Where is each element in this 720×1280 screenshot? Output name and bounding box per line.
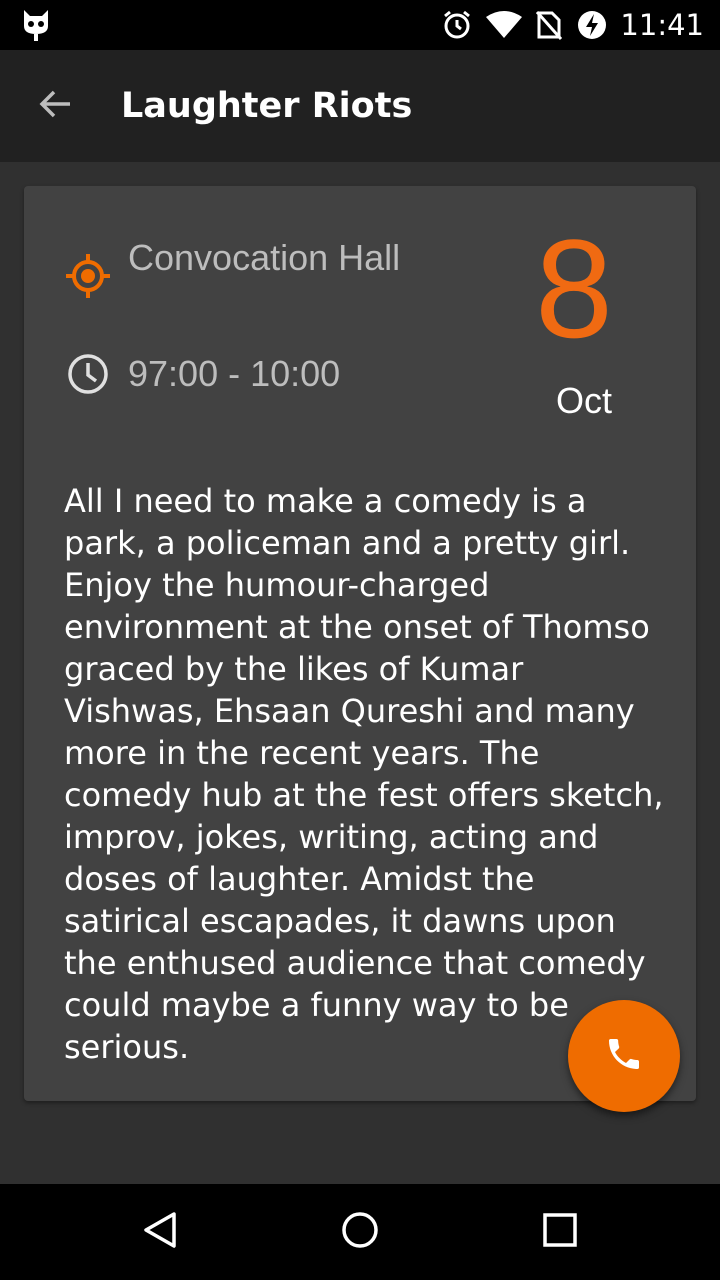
wifi-icon [486,11,523,39]
venue-text: Convocation Hall [128,237,401,278]
status-time: 11:41 [620,8,704,42]
phone-icon [604,1034,644,1078]
battery-charging-icon [576,9,608,41]
alarm-icon [442,10,472,40]
nav-home-button[interactable] [330,1202,390,1262]
back-button[interactable] [24,78,88,134]
no-sim-icon [536,10,563,40]
event-card: Convocation Hall 97:00 - 10:00 8 Oct All… [24,186,696,1101]
app-bar: Laughter Riots [0,50,720,162]
event-time-text: 97:00 - 10:00 [128,353,341,394]
call-button[interactable] [568,1000,680,1112]
event-day: 8 [535,210,613,367]
status-icons: 11:41 [428,0,704,50]
navigation-bar [0,1184,720,1280]
location-target-icon [64,252,112,300]
page-title: Laughter Riots [121,86,413,126]
arrow-back-icon [38,86,74,126]
event-description: All I need to make a comedy is a park, a… [64,482,664,1066]
cat-app-icon [22,8,50,42]
nav-back-button[interactable] [130,1202,190,1262]
status-bar: 11:41 [0,0,720,50]
event-month: Oct [555,380,612,421]
home-circle-icon [340,1210,380,1254]
nav-recents-button[interactable] [530,1202,590,1262]
recents-square-icon [540,1210,580,1254]
back-triangle-icon [140,1210,180,1254]
clock-icon [66,352,110,396]
